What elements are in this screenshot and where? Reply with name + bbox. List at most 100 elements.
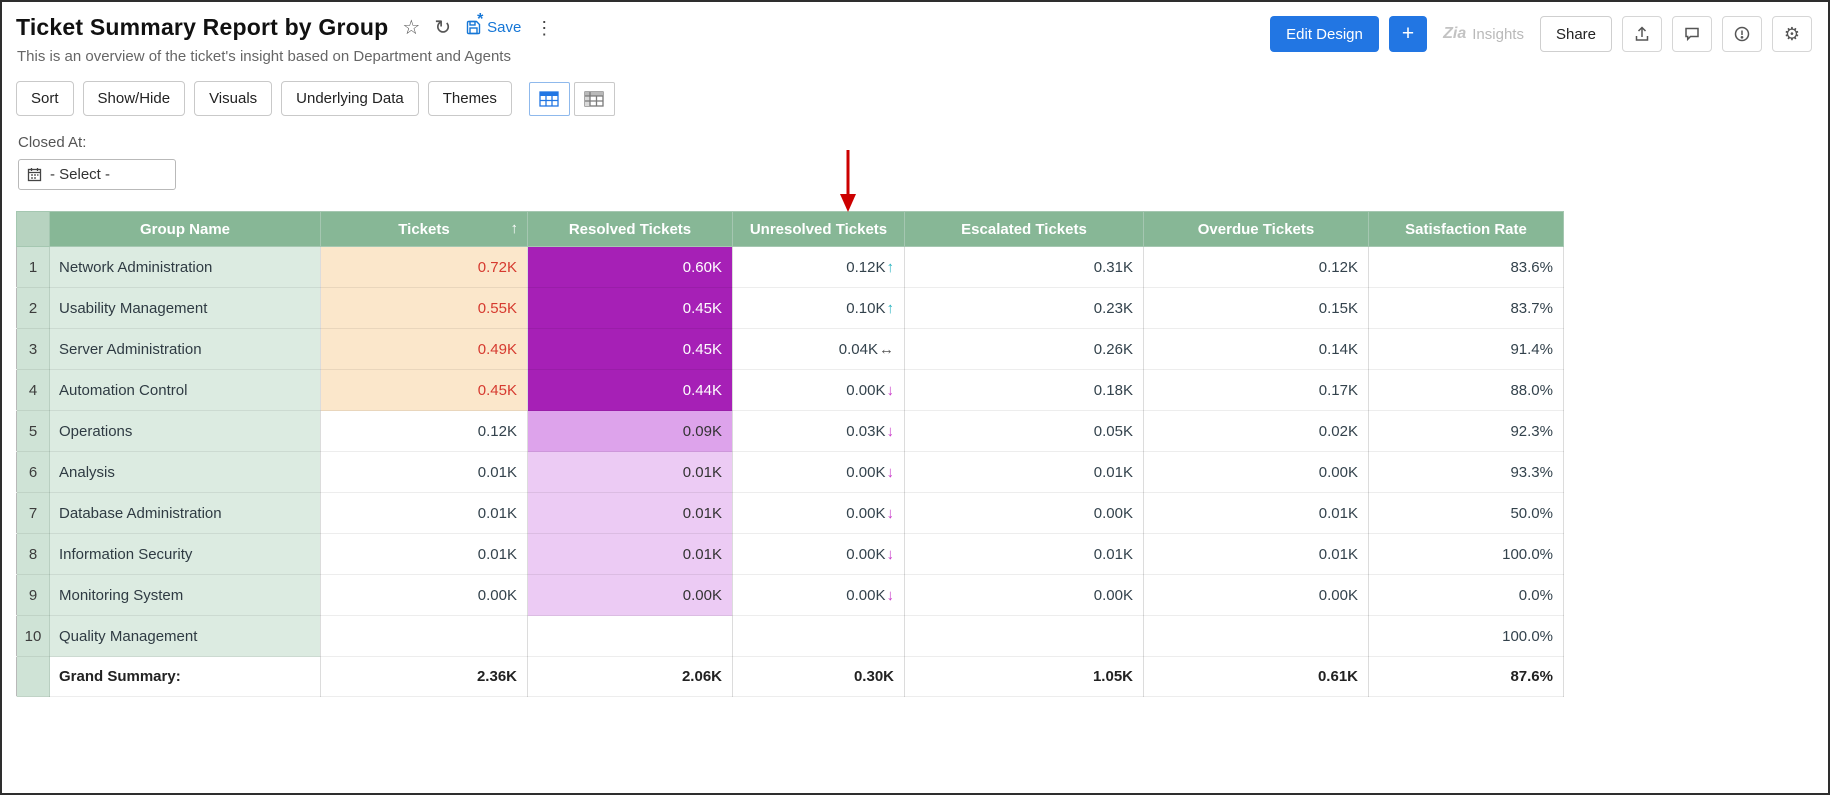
- cell-unresolved[interactable]: 0.00K↓: [733, 534, 905, 575]
- cell-resolved[interactable]: 0.60K: [528, 247, 733, 288]
- cell-escalated[interactable]: 0.00K: [905, 575, 1144, 616]
- settings-button[interactable]: ⚙: [1772, 16, 1812, 52]
- cell-satisfaction[interactable]: 92.3%: [1369, 411, 1564, 452]
- show-hide-button[interactable]: Show/Hide: [83, 81, 186, 116]
- cell-resolved[interactable]: 0.00K: [528, 575, 733, 616]
- cell-tickets[interactable]: 0.12K: [321, 411, 528, 452]
- cell-group-name[interactable]: Analysis: [50, 452, 321, 493]
- cell-unresolved[interactable]: 0.00K↓: [733, 370, 905, 411]
- cell-resolved[interactable]: 0.45K: [528, 288, 733, 329]
- cell-group-name[interactable]: Information Security: [50, 534, 321, 575]
- column-header-unresolved-tickets[interactable]: Unresolved Tickets: [733, 212, 905, 247]
- cell-satisfaction[interactable]: 0.0%: [1369, 575, 1564, 616]
- top-bar-actions: Edit Design + Zia Insights Share: [1270, 14, 1812, 52]
- cell-unresolved[interactable]: 0.00K↓: [733, 452, 905, 493]
- comment-button[interactable]: [1672, 16, 1712, 52]
- table-view-button[interactable]: [529, 82, 570, 116]
- table-row: 5 Operations 0.12K 0.09K 0.03K↓ 0.05K 0.…: [17, 411, 1564, 452]
- cell-escalated[interactable]: 0.23K: [905, 288, 1144, 329]
- cell-resolved[interactable]: 0.44K: [528, 370, 733, 411]
- cell-satisfaction[interactable]: 50.0%: [1369, 493, 1564, 534]
- share-button[interactable]: Share: [1540, 16, 1612, 52]
- cell-unresolved[interactable]: 0.00K↓: [733, 493, 905, 534]
- cell-overdue[interactable]: [1144, 616, 1369, 657]
- cell-overdue[interactable]: 0.17K: [1144, 370, 1369, 411]
- sort-asc-icon[interactable]: ↑: [511, 220, 519, 237]
- cell-group-name[interactable]: Network Administration: [50, 247, 321, 288]
- cell-escalated[interactable]: [905, 616, 1144, 657]
- cell-escalated[interactable]: 0.01K: [905, 534, 1144, 575]
- insights-button[interactable]: Zia Insights: [1437, 25, 1530, 43]
- cell-satisfaction[interactable]: 100.0%: [1369, 534, 1564, 575]
- cell-tickets[interactable]: 0.01K: [321, 452, 528, 493]
- cell-satisfaction[interactable]: 93.3%: [1369, 452, 1564, 493]
- column-header-escalated-tickets[interactable]: Escalated Tickets: [905, 212, 1144, 247]
- column-header-overdue-tickets[interactable]: Overdue Tickets: [1144, 212, 1369, 247]
- cell-tickets[interactable]: 0.45K: [321, 370, 528, 411]
- cell-unresolved[interactable]: 0.12K↑: [733, 247, 905, 288]
- cell-group-name[interactable]: Database Administration: [50, 493, 321, 534]
- cell-group-name[interactable]: Server Administration: [50, 329, 321, 370]
- alerts-button[interactable]: [1722, 16, 1762, 52]
- underlying-data-button[interactable]: Underlying Data: [281, 81, 419, 116]
- cell-group-name[interactable]: Automation Control: [50, 370, 321, 411]
- cell-resolved[interactable]: [528, 616, 733, 657]
- cell-tickets[interactable]: 0.72K: [321, 247, 528, 288]
- cell-tickets[interactable]: 0.01K: [321, 493, 528, 534]
- cell-escalated[interactable]: 0.18K: [905, 370, 1144, 411]
- cell-satisfaction[interactable]: 83.6%: [1369, 247, 1564, 288]
- cell-overdue[interactable]: 0.12K: [1144, 247, 1369, 288]
- favorite-star-icon[interactable]: ☆: [402, 18, 420, 38]
- cell-unresolved[interactable]: 0.10K↑: [733, 288, 905, 329]
- cell-overdue[interactable]: 0.02K: [1144, 411, 1369, 452]
- cell-satisfaction[interactable]: 100.0%: [1369, 616, 1564, 657]
- column-header-resolved-tickets[interactable]: Resolved Tickets: [528, 212, 733, 247]
- cell-overdue[interactable]: 0.01K: [1144, 534, 1369, 575]
- cell-group-name[interactable]: Usability Management: [50, 288, 321, 329]
- pivot-view-button[interactable]: [574, 82, 615, 116]
- closed-at-select[interactable]: - Select -: [18, 159, 176, 190]
- cell-resolved[interactable]: 0.01K: [528, 493, 733, 534]
- cell-overdue[interactable]: 0.01K: [1144, 493, 1369, 534]
- cell-escalated[interactable]: 0.31K: [905, 247, 1144, 288]
- cell-unresolved[interactable]: 0.04K↔: [733, 329, 905, 370]
- themes-button[interactable]: Themes: [428, 81, 512, 116]
- cell-satisfaction[interactable]: 83.7%: [1369, 288, 1564, 329]
- cell-tickets[interactable]: [321, 616, 528, 657]
- cell-tickets[interactable]: 0.00K: [321, 575, 528, 616]
- cell-tickets[interactable]: 0.49K: [321, 329, 528, 370]
- column-header-satisfaction-rate[interactable]: Satisfaction Rate: [1369, 212, 1564, 247]
- cell-overdue[interactable]: 0.15K: [1144, 288, 1369, 329]
- cell-overdue[interactable]: 0.00K: [1144, 452, 1369, 493]
- cell-group-name[interactable]: Monitoring System: [50, 575, 321, 616]
- cell-group-name[interactable]: Operations: [50, 411, 321, 452]
- export-button[interactable]: [1622, 16, 1662, 52]
- cell-escalated[interactable]: 0.26K: [905, 329, 1144, 370]
- cell-overdue[interactable]: 0.14K: [1144, 329, 1369, 370]
- add-button[interactable]: +: [1389, 16, 1427, 52]
- cell-escalated[interactable]: 0.01K: [905, 452, 1144, 493]
- cell-tickets[interactable]: 0.01K: [321, 534, 528, 575]
- cell-group-name[interactable]: Quality Management: [50, 616, 321, 657]
- column-header-group-name[interactable]: Group Name: [50, 212, 321, 247]
- cell-resolved[interactable]: 0.01K: [528, 534, 733, 575]
- save-button[interactable]: * Save: [465, 19, 521, 36]
- cell-resolved[interactable]: 0.01K: [528, 452, 733, 493]
- cell-tickets[interactable]: 0.55K: [321, 288, 528, 329]
- cell-satisfaction[interactable]: 88.0%: [1369, 370, 1564, 411]
- cell-unresolved[interactable]: [733, 616, 905, 657]
- cell-overdue[interactable]: 0.00K: [1144, 575, 1369, 616]
- sort-button[interactable]: Sort: [16, 81, 74, 116]
- edit-design-button[interactable]: Edit Design: [1270, 16, 1379, 52]
- cell-escalated[interactable]: 0.05K: [905, 411, 1144, 452]
- cell-escalated[interactable]: 0.00K: [905, 493, 1144, 534]
- refresh-icon[interactable]: ↻: [434, 18, 451, 38]
- cell-unresolved[interactable]: 0.03K↓: [733, 411, 905, 452]
- cell-resolved[interactable]: 0.45K: [528, 329, 733, 370]
- column-header-tickets[interactable]: Tickets ↑: [321, 212, 528, 247]
- more-options-icon[interactable]: ⋮: [535, 19, 553, 37]
- cell-satisfaction[interactable]: 91.4%: [1369, 329, 1564, 370]
- cell-unresolved[interactable]: 0.00K↓: [733, 575, 905, 616]
- cell-resolved[interactable]: 0.09K: [528, 411, 733, 452]
- visuals-button[interactable]: Visuals: [194, 81, 272, 116]
